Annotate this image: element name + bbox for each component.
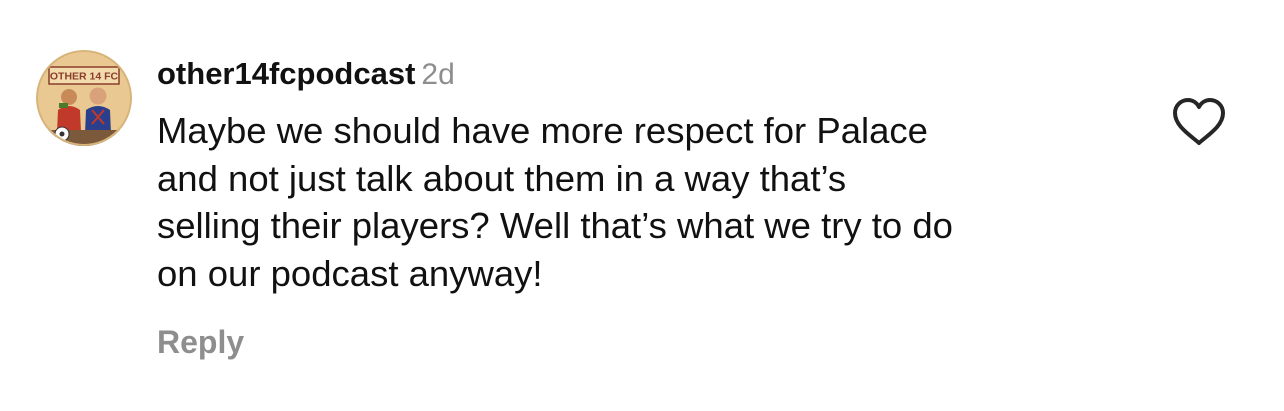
heart-icon	[1173, 98, 1225, 145]
comment-text: Maybe we should have more respect for Pa…	[157, 110, 953, 294]
comment-header: other14fcpodcast 2d	[157, 54, 455, 94]
timestamp: 2d	[421, 58, 455, 91]
avatar[interactable]: OTHER 14 FC	[36, 50, 132, 146]
reply-button[interactable]: Reply	[157, 322, 244, 362]
like-button[interactable]	[1170, 96, 1228, 148]
comment: OTHER 14 FC other14fcpodcast 2d Maybe we …	[0, 0, 1284, 411]
podcast-avatar-icon: OTHER 14 FC	[36, 50, 132, 146]
username-link[interactable]: other14fcpodcast	[157, 56, 415, 91]
avatar-logo-text: OTHER 14 FC	[50, 71, 119, 83]
